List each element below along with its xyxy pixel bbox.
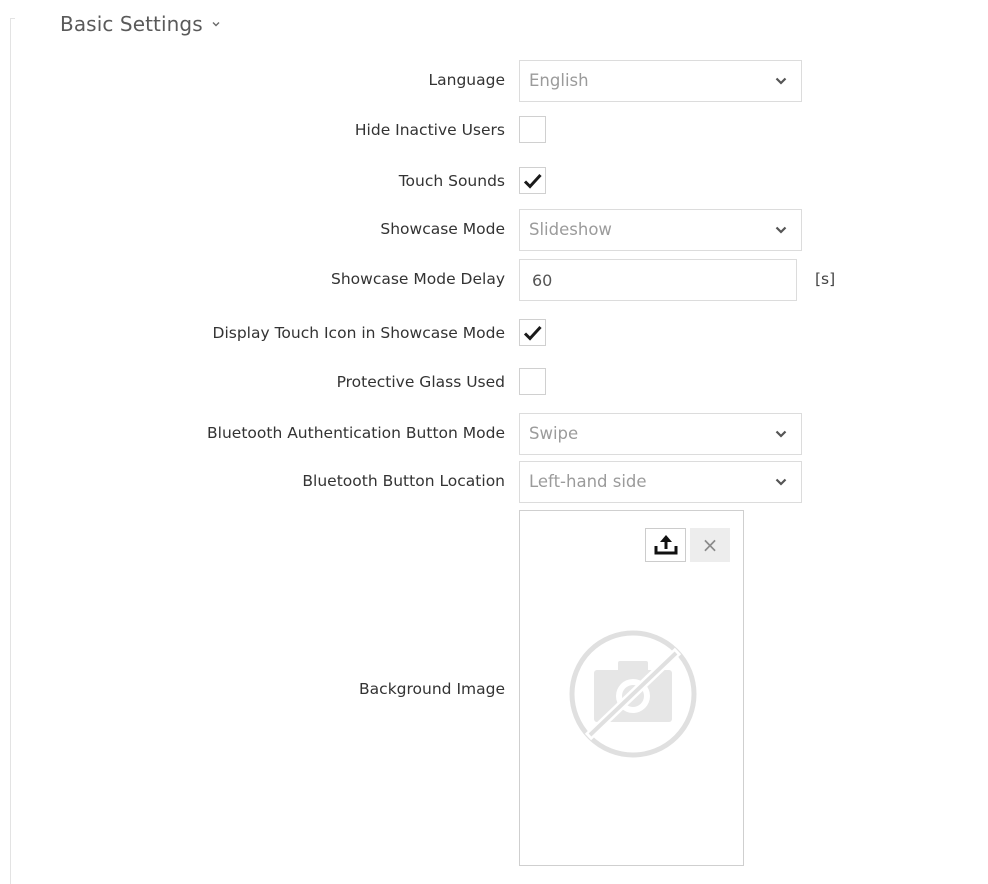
check-icon (523, 325, 542, 341)
display-touch-icon-label: Display Touch Icon in Showcase Mode (212, 324, 505, 342)
section-border-line (10, 18, 11, 884)
bluetooth-button-location-select-value: Left-hand side (529, 472, 647, 491)
upload-icon (654, 535, 678, 555)
chevron-down-icon (775, 430, 787, 438)
showcase-mode-delay-label: Showcase Mode Delay (331, 270, 505, 288)
showcase-mode-label: Showcase Mode (380, 220, 505, 238)
upload-image-button[interactable] (645, 528, 686, 562)
bluetooth-auth-mode-label: Bluetooth Authentication Button Mode (207, 424, 505, 442)
showcase-mode-delay-input[interactable] (519, 259, 797, 301)
bluetooth-button-location-label: Bluetooth Button Location (302, 472, 505, 490)
chevron-down-icon (775, 478, 787, 486)
language-label: Language (428, 71, 506, 89)
hide-inactive-users-label: Hide Inactive Users (354, 121, 505, 139)
check-icon (523, 173, 542, 189)
section-border-tick (10, 18, 15, 19)
protective-glass-label: Protective Glass Used (336, 373, 505, 391)
display-touch-icon-checkbox[interactable] (519, 319, 546, 346)
bluetooth-button-location-select[interactable]: Left-hand side (519, 461, 802, 503)
chevron-down-icon (775, 77, 787, 85)
chevron-down-icon (775, 226, 787, 234)
section-header[interactable]: Basic Settings (60, 6, 221, 42)
remove-image-button[interactable]: × (690, 528, 730, 562)
protective-glass-checkbox[interactable] (519, 368, 546, 395)
background-image-label: Background Image (359, 680, 505, 698)
language-select-value: English (529, 71, 589, 90)
no-image-icon (569, 630, 697, 758)
section-title: Basic Settings (60, 12, 203, 36)
bluetooth-auth-mode-select-value: Swipe (529, 424, 579, 443)
showcase-mode-select-value: Slideshow (529, 220, 612, 239)
bluetooth-auth-mode-select[interactable]: Swipe (519, 413, 802, 455)
background-image-box: × (519, 510, 744, 866)
touch-sounds-label: Touch Sounds (398, 172, 505, 190)
hide-inactive-users-checkbox[interactable] (519, 116, 546, 143)
showcase-mode-delay-unit: [s] (815, 270, 836, 288)
language-select[interactable]: English (519, 60, 802, 102)
touch-sounds-checkbox[interactable] (519, 167, 546, 194)
showcase-mode-select[interactable]: Slideshow (519, 209, 802, 251)
chevron-down-icon (211, 19, 221, 29)
